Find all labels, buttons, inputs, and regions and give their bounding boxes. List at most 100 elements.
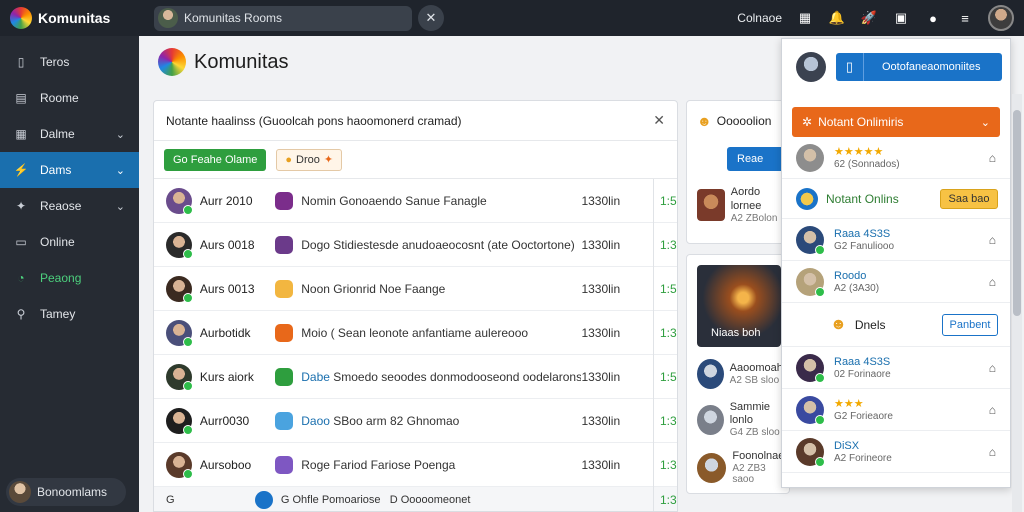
app-logo[interactable]: Komunitas [0, 7, 140, 29]
dropdown-avatar[interactable] [796, 52, 826, 82]
sidebar-item-label: Tamey [40, 307, 76, 321]
primary-action-button[interactable]: Go Feahe Olame [164, 148, 267, 171]
bell-icon[interactable]: ⌂ [989, 361, 996, 375]
list-item[interactable]: Foonolnae A2 ZB3 saoo [687, 438, 789, 485]
sidebar-item-peaong[interactable]: ◔ Peaong [0, 260, 139, 296]
row-desc-text: Noon Grionrid Noe Faange [301, 281, 446, 296]
bell-icon[interactable]: ⌂ [989, 275, 996, 289]
top-bar: Komunitas Komunitas Rooms ✕ Colnaoe ▦ 🔔 … [0, 0, 1024, 36]
dropdown-list-top: ★★★★★ 62 (Sonnados) ⌂ Notant Onlins Saa bao R… [782, 137, 1010, 303]
profile-mini-icon[interactable]: ● [924, 9, 942, 27]
friends-label: Dnels [854, 317, 886, 332]
close-tab-button[interactable]: ✕ [418, 5, 444, 31]
table-row[interactable]: Aurs 0018 Dogo Stidiestesde anudoaeocosnt… [154, 222, 677, 267]
item-sub: A2 (3A30) [834, 283, 880, 294]
sidebar-item-label: Online [40, 235, 75, 249]
row-time: 1330lin [581, 413, 621, 428]
page-logo-icon [158, 48, 186, 76]
row-name: Aurs 0018 [199, 237, 255, 252]
rating-stars: ★★★★★ [834, 146, 884, 158]
bell-icon[interactable]: ⌂ [989, 151, 996, 165]
item-title: Raaa 4S3S [834, 228, 891, 240]
active-room-tab[interactable]: Komunitas Rooms [154, 5, 412, 31]
sidebar-item-roome[interactable]: ▤ Roome [0, 80, 139, 116]
page-title: Komunitas [194, 50, 289, 73]
notifications-icon[interactable]: 🔔 [828, 9, 846, 27]
sidebar-item-tamey[interactable]: ⚲ Tamey [0, 296, 139, 332]
list-item[interactable]: Raaa 4S3S G2 Fanuliooo ⌂ [782, 219, 1010, 261]
table-row[interactable]: Aurr 2010 Nomin Gonoaendo Sanue Fanagle 13… [154, 178, 677, 223]
row-desc: Noon Grionrid Noe Faange [301, 282, 581, 296]
row-desc-text: Dogo Stidiestesde anudoaeocosnt (ate Ooc… [301, 237, 575, 252]
user-label[interactable]: Colnaoe [737, 11, 782, 25]
events-button[interactable]: Reae [727, 147, 787, 171]
list-item[interactable]: Roodo A2 (3A30) ⌂ [782, 261, 1010, 303]
chevron-down-icon: ⌄ [980, 116, 990, 129]
scrollbar[interactable] [1012, 94, 1022, 512]
apps-icon[interactable]: ▦ [796, 9, 814, 27]
item-avatar [796, 267, 825, 297]
sidebar-user-avatar [9, 481, 31, 503]
dropdown-section-header[interactable]: ✲ Notant Onlimiris ⌄ [792, 107, 1000, 137]
list-item[interactable]: ★★★ G2 Forieaore ⌂ [782, 389, 1010, 431]
table-row[interactable]: Aurbotidk Moio ( Sean leonote anfantiame … [154, 310, 677, 355]
row-count: 1:33 [653, 486, 677, 511]
dropdown-top-button[interactable]: ▯ Ootofaneaomoniites [836, 53, 1002, 81]
table-row[interactable]: Aursoboo Roge Fariod Fariose Poenga 1330li… [154, 442, 677, 487]
sidebar-item-online[interactable]: ▭ Online [0, 224, 139, 260]
table-row[interactable]: G G Ohfle Pomoariose D Ooooomeonet 1:33 [154, 486, 677, 511]
share-icon: ⚡ [13, 163, 29, 177]
sidebar-user-chip[interactable]: Bonoomlams [6, 478, 126, 506]
bell-icon[interactable]: ⌂ [989, 233, 996, 247]
sidebar-item-label: Roome [40, 91, 79, 105]
pin-icon: ✦ [15, 199, 27, 213]
list-item[interactable]: ★★★★★ 62 (Sonnados) ⌂ [782, 137, 1010, 179]
bell-icon[interactable]: ⌂ [989, 403, 996, 417]
sidebar-item-dalme[interactable]: ▦ Dalme ⌄ [0, 116, 139, 152]
list-item[interactable]: DiSX A2 Forineore ⌂ [782, 431, 1010, 473]
events-button-label: Reae [737, 153, 764, 165]
row-desc-text: Moio ( Sean leonote anfantiame aulereooo [301, 325, 529, 340]
list-item[interactable]: Sammie lonlo G4 ZB sloo [687, 389, 789, 438]
main-panel-header: Notante haalinss (Guoolcah pons haoomone… [154, 101, 677, 141]
secondary-action-label: Droo [296, 153, 320, 166]
table-row[interactable]: Aurr0030 Daoo SBoo arm 82 Ghnomao 1330lin 1… [154, 398, 677, 443]
user-avatar[interactable] [988, 5, 1014, 31]
row-count: 1:50 [653, 178, 677, 223]
rocket-icon[interactable]: 🚀 [860, 9, 878, 27]
menu-icon[interactable]: ≡ [956, 9, 974, 27]
item-title: Raaa 4S3S [834, 356, 891, 368]
row-avatar [166, 187, 193, 215]
row-desc-text: Nomin Gonoaendo Sanue Fanagle [301, 193, 487, 208]
sidebar-item-reaose[interactable]: ✦ Reaose ⌄ [0, 188, 139, 224]
chevron-down-icon: ⌄ [115, 200, 125, 213]
friends-button[interactable]: Panbent [942, 313, 998, 336]
sidebar-item-dams[interactable]: ⚡ Dams ⌄ [0, 152, 139, 188]
logo-mark-icon [10, 7, 32, 29]
row-count: 1:33 [653, 310, 677, 355]
list-item[interactable]: Aaoomoahe A2 SB sloo [687, 347, 789, 389]
item-title: Roodo [834, 270, 867, 282]
item-avatar [697, 359, 724, 389]
app-name: Komunitas [38, 10, 111, 26]
item-avatar [796, 437, 825, 467]
online-button[interactable]: Saa bao [940, 188, 998, 209]
list-item[interactable]: Raaa 4S3S 02 Forinaore ⌂ [782, 347, 1010, 389]
secondary-action-button[interactable]: ● Droo ✦ [276, 148, 343, 171]
scrollbar-thumb[interactable] [1013, 110, 1021, 316]
sidebar-item-teros[interactable]: ▯ Teros [0, 44, 139, 80]
table-row[interactable]: Kurs aiork Dabe Smoedo seoodes donmodoose… [154, 354, 677, 399]
events-panel: ☻ Ooooolion Reae Aordo lornee A2 ZBolon [686, 100, 790, 244]
online-label: Notant Onlins [826, 191, 899, 206]
top-right-tools: Colnaoe ▦ 🔔 🚀 ▣ ● ≡ [737, 5, 1024, 31]
close-icon[interactable]: ✕ [653, 112, 665, 129]
calendar-icon[interactable]: ▣ [892, 9, 910, 27]
featured-game-art[interactable]: Niaas boh [697, 265, 781, 347]
bell-icon[interactable]: ⌂ [989, 445, 996, 459]
friends-row: ☻ Dnels Panbent [782, 303, 1010, 347]
list-item[interactable]: Aordo lornee A2 ZBolon [687, 171, 789, 224]
main-panel: Notante haalinss (Guoolcah pons haoomone… [153, 100, 678, 512]
game-icon [275, 323, 294, 342]
row-avatar [166, 231, 193, 259]
table-row[interactable]: Aurs 0013 Noon Grionrid Noe Faange 1330lin… [154, 266, 677, 311]
